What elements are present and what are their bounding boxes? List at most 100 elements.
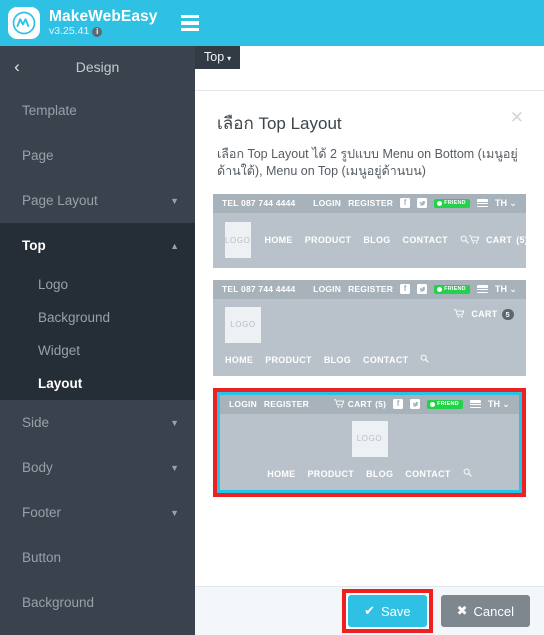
selection-border: LOGIN REGISTER CART (5) f FRIEND TH ⌄ LO… bbox=[217, 391, 522, 493]
chevron-down-icon: ▼ bbox=[170, 507, 179, 518]
info-icon[interactable]: i bbox=[92, 26, 103, 37]
line-friend-badge: FRIEND bbox=[434, 284, 470, 294]
preview-register: REGISTER bbox=[348, 284, 394, 295]
sidebar-item-label: Side bbox=[22, 415, 50, 430]
sidebar-item-body[interactable]: Body ▼ bbox=[0, 445, 195, 490]
sidebar-item-page-layout[interactable]: Page Layout ▼ bbox=[0, 178, 195, 223]
back-arrow-icon[interactable]: ‹ bbox=[0, 57, 34, 77]
layout-option-menu-on-top-centered[interactable]: LOGIN REGISTER CART (5) f FRIEND TH ⌄ LO… bbox=[213, 387, 526, 497]
hamburger-bar bbox=[180, 21, 199, 25]
sidebar-item-template[interactable]: Template bbox=[0, 88, 195, 133]
cart-label: CART bbox=[485, 235, 513, 246]
preview-utility-bar: TEL 087 744 4444 LOGIN REGISTER f FRIEND bbox=[213, 193, 526, 213]
cancel-button[interactable]: ✖ Cancel bbox=[440, 595, 530, 627]
chevron-down-icon: ▼ bbox=[170, 195, 179, 206]
hamburger-bar bbox=[180, 27, 199, 32]
menu-item-blog: BLOG bbox=[363, 235, 391, 246]
layout-option-menu-on-bottom[interactable]: TEL 087 744 4444 LOGIN REGISTER f FRIEND bbox=[213, 279, 526, 376]
flag-icon bbox=[476, 285, 488, 294]
check-icon: ✔ bbox=[364, 603, 375, 618]
top-layout-modal: เลือก Top Layout ✕ เลือก Top Layout ได้ … bbox=[195, 90, 544, 635]
sidebar-item-background-global[interactable]: Background bbox=[0, 580, 195, 625]
preview-login: LOGIN bbox=[313, 284, 342, 295]
preview-register: REGISTER bbox=[348, 198, 394, 209]
sidebar-header: ‹ Design bbox=[0, 46, 195, 88]
preview-tel: TEL 087 744 4444 bbox=[222, 198, 296, 209]
line-icon bbox=[437, 286, 443, 292]
sidebar-section-top: Top ▲ Logo Background Widget Layout bbox=[0, 223, 195, 400]
brand-name: MakeWebEasy bbox=[49, 7, 158, 25]
language-selector: TH ⌄ bbox=[495, 198, 517, 209]
hamburger-bar bbox=[180, 14, 199, 19]
cart-icon bbox=[468, 235, 480, 246]
preview-login: LOGIN bbox=[313, 198, 342, 209]
line-icon bbox=[437, 200, 443, 206]
layout-options-list: TEL 087 744 4444 LOGIN REGISTER f FRIEND bbox=[195, 180, 544, 497]
twitter-icon bbox=[417, 284, 428, 295]
sidebar-item-label: Background bbox=[22, 595, 95, 610]
preview-cart: CART 5 bbox=[454, 308, 514, 320]
close-icon[interactable]: ✕ bbox=[510, 108, 524, 128]
layout-option-menu-inline-with-logo[interactable]: TEL 087 744 4444 LOGIN REGISTER f FRIEND bbox=[213, 193, 529, 268]
sidebar-item-side[interactable]: Side ▼ bbox=[0, 400, 195, 445]
version-text: v3.25.41 bbox=[49, 25, 90, 38]
chevron-down-icon: ⌄ bbox=[502, 398, 510, 409]
preview-logo: LOGO bbox=[225, 306, 261, 343]
sidebar-item-widget[interactable]: Widget bbox=[0, 334, 195, 367]
sidebar-item-footer[interactable]: Footer ▼ bbox=[0, 490, 195, 535]
cancel-button-label: Cancel bbox=[473, 603, 514, 619]
hamburger-menu-icon[interactable] bbox=[180, 14, 199, 32]
cart-label: CART bbox=[471, 309, 498, 320]
sidebar-item-label: Layout bbox=[38, 376, 83, 391]
sidebar-item-top[interactable]: Top ▲ bbox=[0, 223, 195, 268]
line-badge-label: FRIEND bbox=[437, 401, 459, 408]
top-dropdown-tab[interactable]: Top ▾ bbox=[195, 46, 241, 69]
cart-count-badge: 5 bbox=[501, 308, 514, 320]
sidebar-item-label: Widget bbox=[38, 343, 81, 358]
chevron-down-icon: ⌄ bbox=[509, 197, 517, 208]
cart-count: (5) bbox=[375, 399, 387, 410]
language-label: TH bbox=[494, 198, 508, 209]
preview-logo-row: LOGO CART 5 bbox=[213, 299, 526, 352]
modal-description: เลือก Top Layout ได้ 2 รูปแบบ Menu on Bo… bbox=[217, 147, 518, 178]
sidebar-item-label: Body bbox=[22, 460, 53, 475]
layout-preview: TEL 087 744 4444 LOGIN REGISTER f FRIEND bbox=[213, 193, 529, 268]
sidebar-item-background[interactable]: Background bbox=[0, 301, 195, 334]
top-dropdown-label: Top bbox=[204, 50, 225, 64]
sidebar-item-logo[interactable]: Logo bbox=[0, 268, 195, 301]
chevron-down-icon: ▾ bbox=[227, 54, 232, 63]
sidebar-item-label: Page Layout bbox=[22, 193, 98, 208]
app-root: MakeWebEasy v3.25.41 i ‹ Design Template… bbox=[0, 0, 544, 635]
twitter-icon bbox=[410, 399, 421, 410]
sidebar-item-label: Background bbox=[38, 310, 111, 325]
sidebar: ‹ Design Template Page Page Layout ▼ Top… bbox=[0, 46, 195, 635]
menu-item-contact: CONTACT bbox=[363, 354, 409, 365]
preview-cart: CART (5) bbox=[468, 235, 529, 246]
cart-icon bbox=[333, 399, 345, 410]
brand-version: v3.25.41 i bbox=[49, 26, 158, 37]
menu-item-home: HOME bbox=[264, 235, 293, 246]
line-friend-badge: FRIEND bbox=[427, 399, 463, 409]
flag-icon bbox=[469, 400, 481, 409]
content-area: Top ▾ เลือก Top Layout ✕ เลือก Top Layout… bbox=[195, 46, 544, 635]
menu-item-product: PRODUCT bbox=[307, 468, 355, 479]
modal-title: เลือก Top Layout bbox=[217, 114, 342, 133]
facebook-icon: f bbox=[400, 284, 411, 295]
sidebar-item-label: Top bbox=[22, 238, 46, 253]
sidebar-item-button[interactable]: Button bbox=[0, 535, 195, 580]
chevron-up-icon: ▲ bbox=[170, 240, 179, 251]
save-button[interactable]: ✔ Save bbox=[348, 595, 427, 627]
search-icon bbox=[460, 235, 469, 246]
sidebar-item-label: Logo bbox=[38, 277, 69, 292]
sidebar-item-page[interactable]: Page bbox=[0, 133, 195, 178]
layout-preview: TEL 087 744 4444 LOGIN REGISTER f FRIEND bbox=[213, 279, 526, 376]
sidebar-item-layout[interactable]: Layout bbox=[0, 367, 195, 400]
cart-count: (5) bbox=[516, 235, 529, 246]
menu-item-blog: BLOG bbox=[323, 354, 352, 365]
preview-menu: HOME PRODUCT BLOG CONTACT bbox=[265, 235, 469, 246]
line-badge-label: FRIEND bbox=[444, 200, 466, 207]
layout-preview: LOGIN REGISTER CART (5) f FRIEND TH ⌄ LO… bbox=[220, 394, 519, 490]
sidebar-item-label: Footer bbox=[22, 505, 62, 520]
line-badge-label: FRIEND bbox=[444, 286, 466, 293]
sidebar-item-label: Button bbox=[22, 550, 62, 565]
